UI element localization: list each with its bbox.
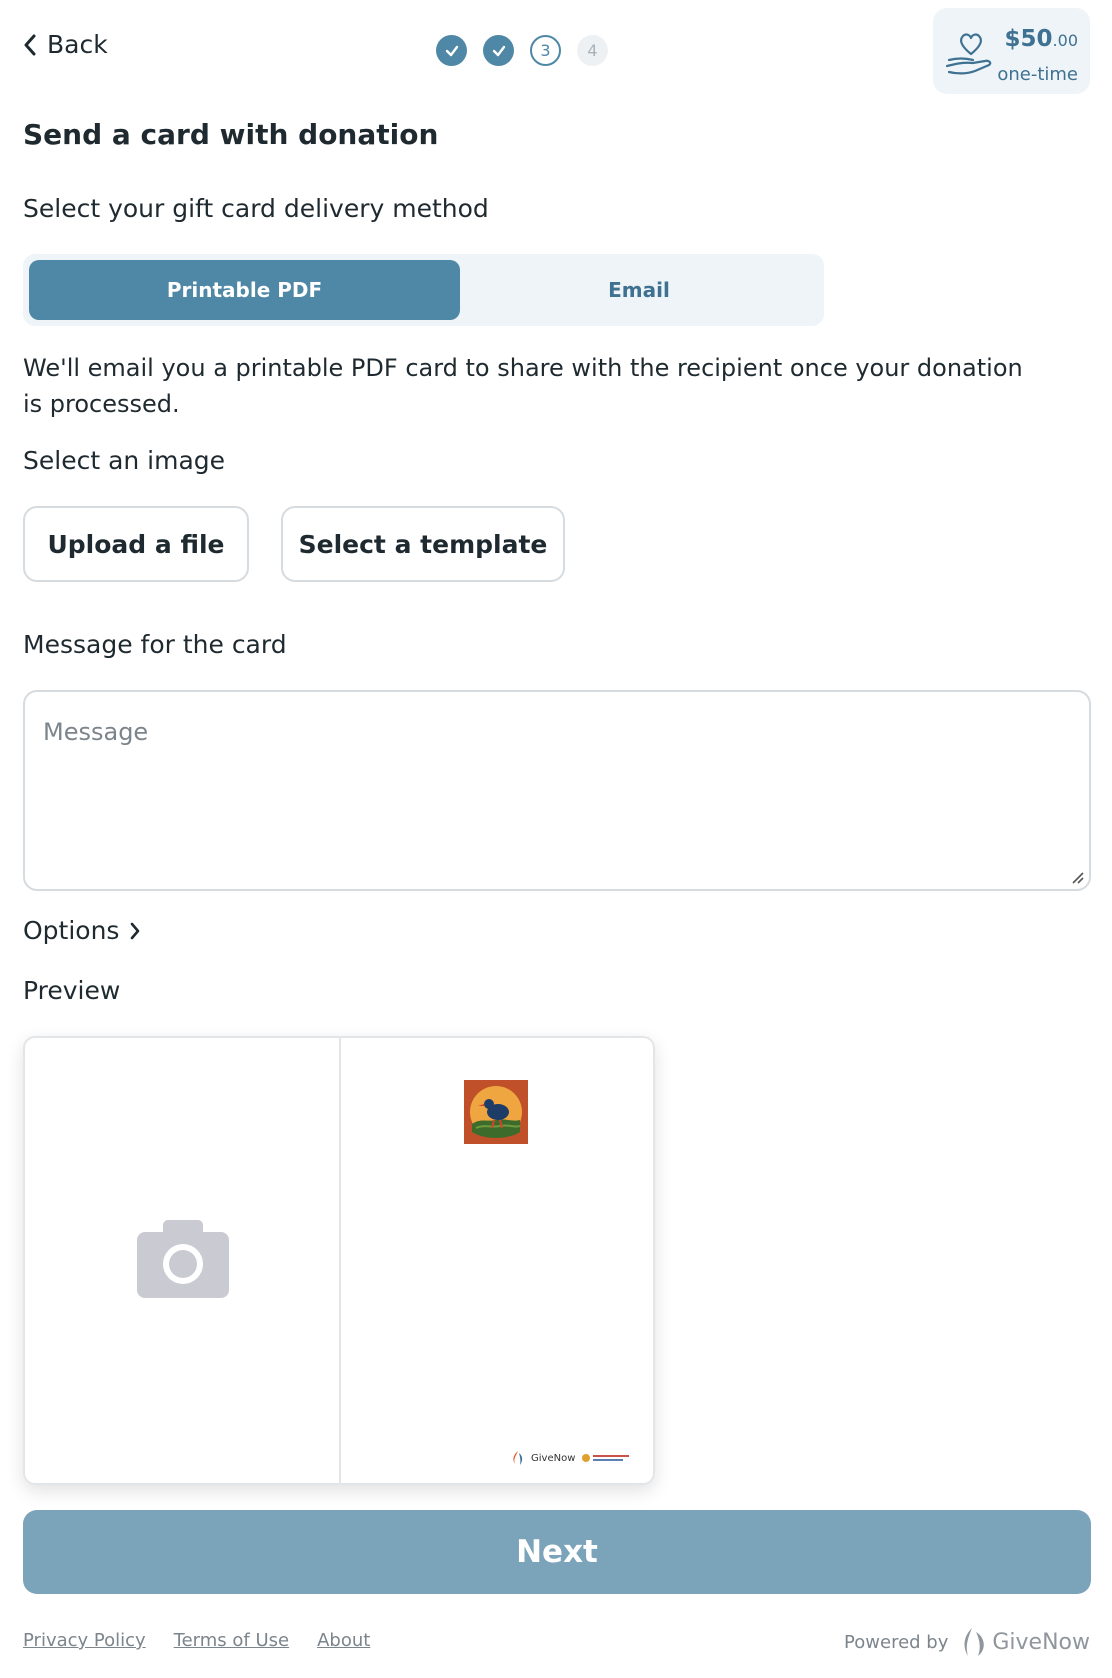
card-brand-text: GiveNow <box>531 1452 576 1464</box>
delivery-method-toggle: Printable PDF Email <box>23 254 824 326</box>
message-heading: Message for the card <box>23 630 287 659</box>
option-email[interactable]: Email <box>460 260 818 320</box>
step-4-upcoming: 4 <box>577 35 608 66</box>
step-2-complete <box>483 35 514 66</box>
terms-of-use-link[interactable]: Terms of Use <box>174 1630 289 1651</box>
amount-cents: .00 <box>1052 31 1078 50</box>
footer-links: Privacy Policy Terms of Use About <box>23 1630 370 1651</box>
delivery-heading: Select your gift card delivery method <box>23 194 489 223</box>
card-fold-divider <box>339 1038 341 1483</box>
powered-by: Powered by GiveNow <box>844 1626 1090 1658</box>
card-preview: GiveNow <box>23 1036 655 1485</box>
givenow-logo-icon <box>513 1451 523 1465</box>
step-1-complete <box>436 35 467 66</box>
check-icon <box>492 45 505 56</box>
options-toggle[interactable]: Options <box>23 916 141 945</box>
hand-heart-icon <box>945 33 992 75</box>
privacy-policy-link[interactable]: Privacy Policy <box>23 1630 146 1651</box>
page-title: Send a card with donation <box>23 118 439 151</box>
chevron-right-icon <box>131 922 140 939</box>
givenow-mark-icon <box>964 1628 985 1656</box>
amount-dollars: $50 <box>1004 26 1053 52</box>
back-label: Back <box>47 30 108 59</box>
donation-summary[interactable]: $50.00 one-time <box>933 8 1090 94</box>
bird-emblem-icon <box>464 1080 528 1144</box>
back-button[interactable]: Back <box>23 30 108 59</box>
card-brand-logos: GiveNow <box>511 1450 631 1466</box>
donation-amount: $50.00 <box>1005 26 1078 52</box>
step-3-current: 3 <box>530 35 561 66</box>
message-placeholder: Message <box>43 718 149 746</box>
donation-frequency: one-time <box>997 64 1078 85</box>
about-link[interactable]: About <box>317 1630 370 1651</box>
select-template-button[interactable]: Select a template <box>281 506 565 582</box>
camera-placeholder-icon <box>137 1220 229 1298</box>
progress-steps: 3 4 <box>436 35 608 66</box>
givenow-brand-text: GiveNow <box>992 1629 1090 1655</box>
image-heading: Select an image <box>23 446 226 475</box>
option-printable-pdf[interactable]: Printable PDF <box>29 260 460 320</box>
resize-grip-icon[interactable] <box>1069 869 1085 885</box>
charity-logo-icon <box>582 1454 630 1462</box>
upload-file-button[interactable]: Upload a file <box>23 506 249 582</box>
givenow-logo[interactable]: GiveNow <box>960 1626 1090 1658</box>
powered-by-label: Powered by <box>844 1631 949 1653</box>
check-icon <box>445 45 458 56</box>
chevron-left-icon <box>24 34 36 55</box>
delivery-description: We'll email you a printable PDF card to … <box>23 354 1023 418</box>
preview-heading: Preview <box>23 976 121 1005</box>
next-button[interactable]: Next <box>23 1510 1091 1594</box>
options-label: Options <box>23 916 120 945</box>
message-textarea[interactable]: Message <box>23 690 1091 891</box>
